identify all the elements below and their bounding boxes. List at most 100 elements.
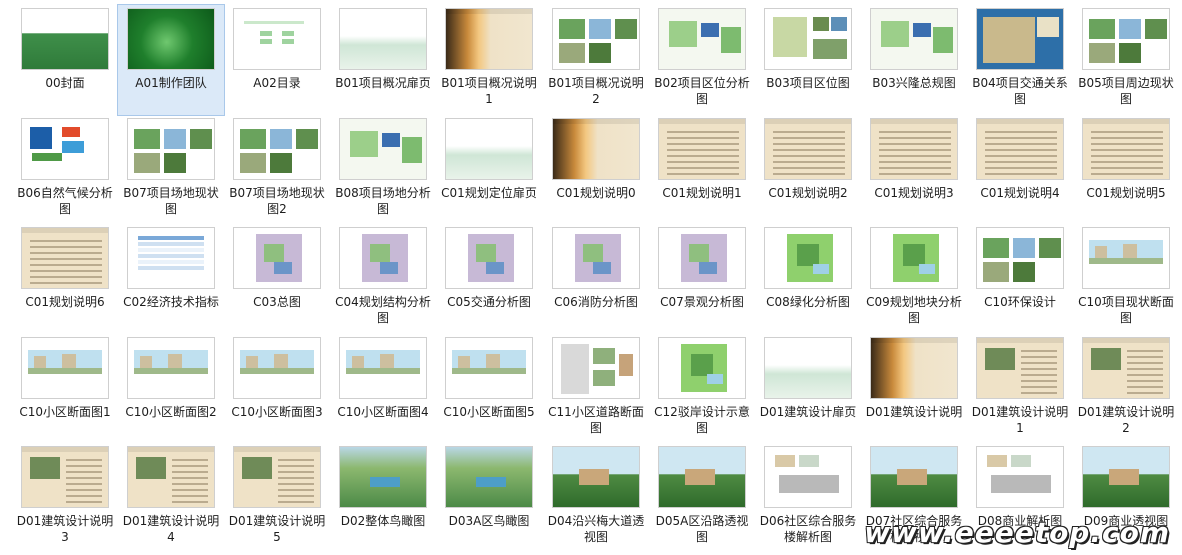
thumbnail-label: C01规划说明1 [662, 186, 742, 200]
thumbnail-label: C11小区道路断面图 [548, 405, 644, 435]
thumbnail-image [764, 337, 852, 399]
thumbnail-label: C05交通分析图 [447, 295, 531, 309]
thumbnail-label: D05A区沿路透视图 [655, 514, 749, 544]
thumbnail-item[interactable]: D01建筑设计说明3 [12, 443, 118, 553]
thumbnail-item[interactable]: C10小区断面图4 [330, 334, 436, 444]
thumbnail-image [233, 337, 321, 399]
thumbnail-item[interactable]: B01项目概况扉页 [330, 5, 436, 115]
thumbnail-item[interactable]: D01建筑设计说明1 [967, 334, 1073, 444]
thumbnail-item[interactable]: C11小区道路断面图 [543, 334, 649, 444]
thumbnail-image [127, 227, 215, 289]
thumbnail-item[interactable]: C02经济技术指标 [118, 224, 224, 334]
thumbnail-item[interactable]: A02目录 [224, 5, 330, 115]
thumbnail-image [552, 227, 640, 289]
thumbnail-item[interactable]: C01规划说明1 [649, 115, 755, 225]
thumbnail-item[interactable]: C01规划说明0 [543, 115, 649, 225]
thumbnail-item[interactable]: C10小区断面图5 [436, 334, 542, 444]
thumbnail-item[interactable]: C10环保设计 [967, 224, 1073, 334]
thumbnail-item[interactable]: B07项目场地现状图 [118, 115, 224, 225]
thumbnail-item[interactable]: D06社区综合服务楼解析图 [755, 443, 861, 553]
thumbnail-label: D02整体鸟瞰图 [340, 514, 426, 528]
thumbnail-item[interactable]: B01项目概况说明2 [543, 5, 649, 115]
thumbnail-image [127, 446, 215, 508]
thumbnail-item[interactable]: B07项目场地现状图2 [224, 115, 330, 225]
thumbnail-item[interactable]: B06自然气候分析图 [12, 115, 118, 225]
thumbnail-item[interactable]: C01规划说明5 [1073, 115, 1179, 225]
thumbnail-item[interactable]: C04规划结构分析图 [330, 224, 436, 334]
thumbnail-label: C10小区断面图2 [125, 405, 217, 419]
thumbnail-item[interactable]: C10小区断面图2 [118, 334, 224, 444]
thumbnail-item[interactable]: D01建筑设计说明4 [118, 443, 224, 553]
thumbnail-item[interactable]: C01规划定位扉页 [436, 115, 542, 225]
thumbnail-item[interactable]: B08项目场地分析图 [330, 115, 436, 225]
thumbnail-image [339, 227, 427, 289]
thumbnail-label: C10环保设计 [984, 295, 1056, 309]
thumbnail-item[interactable]: B05项目周边现状图 [1073, 5, 1179, 115]
thumbnail-item[interactable]: B02项目区位分析图 [649, 5, 755, 115]
thumbnail-image [21, 337, 109, 399]
thumbnail-label: 00封面 [45, 76, 85, 90]
thumbnail-item[interactable]: C01规划说明4 [967, 115, 1073, 225]
thumbnail-label: B02项目区位分析图 [654, 76, 750, 106]
thumbnail-grid: 00封面 A01制作团队 A02目录 B01项目概况扉页 B01项目概况说明1 B01项目… [0, 0, 1182, 555]
thumbnail-item[interactable]: B03项目区位图 [755, 5, 861, 115]
thumbnail-image [658, 227, 746, 289]
thumbnail-item[interactable]: D05A区沿路透视图 [649, 443, 755, 553]
thumbnail-item[interactable]: C10小区断面图3 [224, 334, 330, 444]
thumbnail-label: D01建筑设计说明3 [16, 514, 114, 544]
thumbnail-item[interactable]: D01建筑设计说明5 [224, 443, 330, 553]
thumbnail-image [127, 118, 215, 180]
thumbnail-item[interactable]: C06消防分析图 [543, 224, 649, 334]
thumbnail-image [339, 337, 427, 399]
thumbnail-image [658, 8, 746, 70]
thumbnail-image [1082, 446, 1170, 508]
thumbnail-image [1082, 227, 1170, 289]
thumbnail-item[interactable]: D03A区鸟瞰图 [436, 443, 542, 553]
thumbnail-label: B08项目场地分析图 [335, 186, 431, 216]
thumbnail-image [233, 8, 321, 70]
thumbnail-image [233, 227, 321, 289]
thumbnail-item[interactable]: C08绿化分析图 [755, 224, 861, 334]
thumbnail-item[interactable]: C01规划说明6 [12, 224, 118, 334]
thumbnail-image [445, 8, 533, 70]
thumbnail-image [764, 118, 852, 180]
thumbnail-label: C06消防分析图 [554, 295, 638, 309]
thumbnail-item[interactable]: C03总图 [224, 224, 330, 334]
thumbnail-image [445, 227, 533, 289]
thumbnail-label: C01规划说明6 [25, 295, 105, 309]
thumbnail-image [658, 337, 746, 399]
thumbnail-label: C10小区断面图1 [19, 405, 111, 419]
thumbnail-item[interactable]: C01规划说明3 [861, 115, 967, 225]
thumbnail-item[interactable]: C01规划说明2 [755, 115, 861, 225]
thumbnail-item[interactable]: 00封面 [12, 5, 118, 115]
thumbnail-label: B01项目概况说明1 [441, 76, 537, 106]
thumbnail-item[interactable]: C10小区断面图1 [12, 334, 118, 444]
thumbnail-image [1082, 337, 1170, 399]
thumbnail-item[interactable]: D01建筑设计扉页 [755, 334, 861, 444]
thumbnail-item[interactable]: C09规划地块分析图 [861, 224, 967, 334]
thumbnail-item[interactable]: D01建筑设计说明2 [1073, 334, 1179, 444]
thumbnail-item[interactable]: D02整体鸟瞰图 [330, 443, 436, 553]
thumbnail-item[interactable]: C12驳岸设计示意图 [649, 334, 755, 444]
thumbnail-image [1082, 118, 1170, 180]
thumbnail-label: B06自然气候分析图 [17, 186, 113, 216]
thumbnail-item[interactable]: D01建筑设计说明 [861, 334, 967, 444]
thumbnail-image [552, 446, 640, 508]
thumbnail-image [21, 227, 109, 289]
thumbnail-item[interactable]: B04项目交通关系图 [967, 5, 1073, 115]
thumbnail-image [976, 446, 1064, 508]
thumbnail-item[interactable]: C07景观分析图 [649, 224, 755, 334]
thumbnail-item[interactable]: B01项目概况说明1 [436, 5, 542, 115]
thumbnail-label: C10小区断面图5 [443, 405, 535, 419]
thumbnail-image [21, 8, 109, 70]
thumbnail-image [127, 337, 215, 399]
thumbnail-label: C01规划定位扉页 [441, 186, 537, 200]
thumbnail-label: C01规划说明3 [874, 186, 954, 200]
thumbnail-item[interactable]: C05交通分析图 [436, 224, 542, 334]
thumbnail-image [552, 118, 640, 180]
thumbnail-item[interactable]: B03兴隆总规图 [861, 5, 967, 115]
thumbnail-item[interactable]: D04沿兴梅大道透视图 [543, 443, 649, 553]
thumbnail-image [21, 446, 109, 508]
thumbnail-item[interactable]: A01制作团队 [117, 4, 225, 116]
thumbnail-item[interactable]: C10项目现状断面图 [1073, 224, 1179, 334]
